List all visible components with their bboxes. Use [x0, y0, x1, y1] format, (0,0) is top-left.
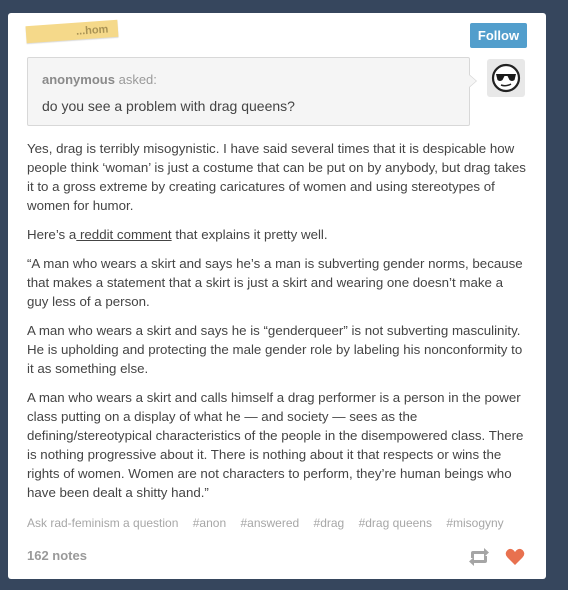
notes-count[interactable]: 162 notes: [27, 548, 87, 563]
username-tape[interactable]: ...hom: [25, 19, 119, 44]
answer-paragraph: A man who wears a skirt and calls himsel…: [27, 390, 524, 500]
sunglasses-face-icon: [491, 63, 521, 93]
question-box: anonymous asked: do you see a problem wi…: [27, 57, 477, 126]
asker-avatar[interactable]: [487, 59, 525, 97]
post-card: ...hom Follow anonymous asked: do you se…: [8, 13, 546, 579]
tag[interactable]: #misogyny: [446, 516, 503, 530]
answer-paragraph: Here’s a reddit comment that explains it…: [27, 225, 527, 244]
answer-paragraph: Yes, drag is terribly misogynistic. I ha…: [27, 141, 526, 213]
answer-body: Yes, drag is terribly misogynistic. I ha…: [27, 139, 527, 512]
asker-line: anonymous asked:: [42, 72, 157, 87]
reblog-icon[interactable]: [467, 546, 491, 568]
username-label: ...hom: [75, 23, 109, 38]
tag[interactable]: #anon: [193, 516, 226, 530]
answer-paragraph: “A man who wears a skirt and says he’s a…: [27, 256, 523, 309]
tag[interactable]: #answered: [240, 516, 299, 530]
answer-paragraph: A man who wears a skirt and says he is “…: [27, 323, 523, 376]
heart-icon[interactable]: [504, 546, 526, 568]
asker-name[interactable]: anonymous: [42, 72, 115, 87]
question-text: do you see a problem with drag queens?: [42, 98, 295, 114]
reddit-comment-link[interactable]: reddit comment: [76, 227, 172, 242]
tag[interactable]: #drag queens: [359, 516, 432, 530]
tag[interactable]: #drag: [314, 516, 345, 530]
ask-link[interactable]: Ask rad-feminism a question: [27, 516, 178, 530]
tags-row: Ask rad-feminism a question #anon #answe…: [27, 516, 515, 530]
answer-text: that explains it pretty well.: [171, 227, 328, 242]
answer-text: Here’s a: [27, 227, 77, 242]
follow-button[interactable]: Follow: [470, 23, 527, 48]
asked-label: asked:: [118, 72, 157, 87]
